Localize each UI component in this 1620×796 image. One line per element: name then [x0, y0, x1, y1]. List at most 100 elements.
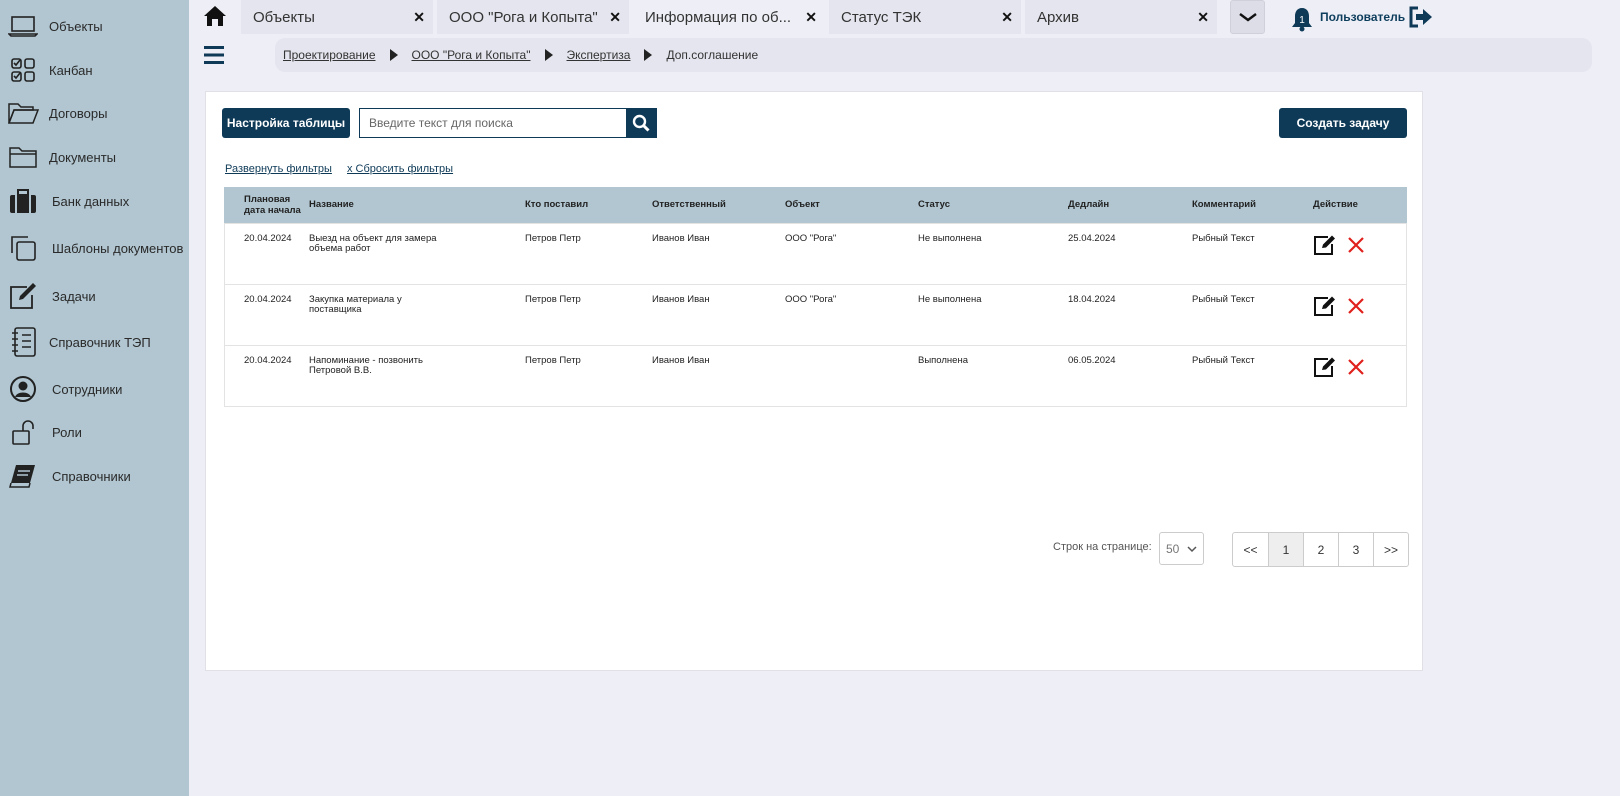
sidebar-item-documents[interactable]: Документы: [0, 137, 189, 177]
logout-icon[interactable]: [1408, 5, 1434, 29]
cell-author: Петров Петр: [519, 344, 646, 407]
tabs-dropdown-button[interactable]: [1230, 0, 1265, 34]
edit-icon[interactable]: [1313, 356, 1337, 381]
sidebar-item-roles[interactable]: Роли: [0, 412, 189, 452]
cell-status: Выполнена: [912, 344, 1062, 407]
home-icon[interactable]: [203, 4, 229, 30]
close-icon[interactable]: ✕: [413, 9, 425, 26]
briefcase-icon: [6, 184, 40, 218]
tab-archive[interactable]: Архив ✕: [1025, 0, 1217, 34]
sidebar-item-databank[interactable]: Банк данных: [0, 181, 189, 221]
sidebar-item-employees[interactable]: Сотрудники: [0, 369, 189, 409]
page-button-1[interactable]: 1: [1268, 533, 1303, 566]
table-row[interactable]: 20.04.2024 Напоминание - позвонить Петро…: [224, 344, 1407, 407]
cell-actions: [1307, 222, 1407, 284]
column-header[interactable]: Ответственный: [646, 187, 779, 223]
search-button[interactable]: [626, 109, 656, 137]
folder-icon: [6, 140, 40, 174]
kanban-icon: [6, 53, 40, 87]
tasks-table: Плановая дата начала Название Кто постав…: [224, 187, 1407, 407]
tasks-panel: Настройка таблицы Создать задачу Разверн…: [205, 91, 1423, 671]
cell-start-date: 20.04.2024: [224, 344, 303, 407]
first-page-button[interactable]: <<: [1233, 533, 1268, 566]
tab-roga-kopyta[interactable]: ООО "Рога и Копыта" ✕: [437, 0, 629, 34]
search-icon: [632, 114, 650, 132]
breadcrumb-item[interactable]: Проектирование: [283, 48, 376, 62]
user-label[interactable]: Пользователь: [1320, 10, 1405, 24]
cell-status: Не выполнена: [912, 222, 1062, 284]
column-header[interactable]: Плановая дата начала: [224, 187, 303, 223]
rows-per-page-select[interactable]: 50: [1159, 532, 1204, 565]
sidebar-item-contracts[interactable]: Договоры: [0, 93, 189, 133]
table-row[interactable]: 20.04.2024 Закупка материала у поставщик…: [224, 283, 1407, 345]
cell-author: Петров Петр: [519, 283, 646, 345]
delete-icon[interactable]: [1347, 358, 1365, 379]
expand-filters-link[interactable]: Развернуть фильтры: [225, 163, 332, 175]
sidebar-item-tep[interactable]: Справочник ТЭП: [0, 322, 189, 362]
sidebar-item-tasks[interactable]: Задачи: [0, 276, 189, 316]
edit-icon[interactable]: [1313, 295, 1337, 320]
cell-start-date: 20.04.2024: [224, 222, 303, 284]
sidebar-item-label: Объекты: [49, 18, 103, 34]
table-row[interactable]: 20.04.2024 Выезд на объект для замера об…: [224, 222, 1407, 284]
search-box: [359, 108, 657, 138]
close-icon[interactable]: ✕: [1001, 9, 1013, 26]
delete-icon[interactable]: [1347, 297, 1365, 318]
sidebar-item-label: Канбан: [49, 62, 93, 78]
sidebar-item-kanban[interactable]: Канбан: [0, 50, 189, 90]
tab-label: Архив: [1037, 8, 1080, 26]
sidebar-item-label: Справочник ТЭП: [49, 334, 151, 350]
delete-icon[interactable]: [1347, 236, 1365, 257]
tab-label: Объекты: [253, 8, 315, 26]
breadcrumb-separator-icon: [389, 49, 398, 61]
column-header[interactable]: Комментарий: [1186, 187, 1307, 223]
edit-icon[interactable]: [1313, 234, 1337, 259]
cell-deadline: 18.04.2024: [1062, 283, 1186, 345]
cell-comment: Рыбный Текст: [1186, 222, 1307, 284]
column-header[interactable]: Название: [303, 187, 519, 223]
cell-object: [779, 344, 912, 407]
chevron-down-icon: [1238, 13, 1257, 22]
cell-comment: Рыбный Текст: [1186, 283, 1307, 345]
cell-deadline: 06.05.2024: [1062, 344, 1186, 407]
hamburger-menu-icon[interactable]: [204, 44, 224, 66]
tab-bar: Объекты ✕ ООО "Рога и Копыта" ✕ Информац…: [189, 0, 1620, 36]
column-header[interactable]: Объект: [779, 187, 912, 223]
close-icon[interactable]: ✕: [805, 9, 817, 26]
create-task-button[interactable]: Создать задачу: [1279, 108, 1407, 138]
sidebar-item-label: Роли: [52, 424, 82, 440]
tab-tek-status[interactable]: Статус ТЭК ✕: [829, 0, 1021, 34]
column-header[interactable]: Кто поставил: [519, 187, 646, 223]
notification-count: 1: [1299, 15, 1305, 26]
sidebar-item-references[interactable]: Справочники: [0, 456, 189, 496]
sidebar-item-templates[interactable]: Шаблоны документов: [0, 228, 189, 268]
cell-deadline: 25.04.2024: [1062, 222, 1186, 284]
column-header[interactable]: Дедлайн: [1062, 187, 1186, 223]
page-button-3[interactable]: 3: [1338, 533, 1373, 566]
breadcrumb-separator-icon: [544, 49, 553, 61]
table-settings-button[interactable]: Настройка таблицы: [222, 108, 350, 138]
close-icon[interactable]: ✕: [609, 9, 621, 26]
folder-open-icon: [6, 96, 40, 130]
breadcrumb: Проектирование ООО "Рога и Копыта" Экспе…: [275, 38, 1592, 72]
reset-filters-link[interactable]: x Сбросить фильтры: [347, 163, 453, 175]
breadcrumb-item[interactable]: ООО "Рога и Копыта": [412, 48, 531, 62]
bell-icon[interactable]: 1: [1291, 6, 1313, 32]
tab-objects[interactable]: Объекты ✕: [241, 0, 433, 34]
search-input[interactable]: [360, 109, 626, 137]
close-icon[interactable]: ✕: [1197, 9, 1209, 26]
last-page-button[interactable]: >>: [1373, 533, 1408, 566]
page-button-2[interactable]: 2: [1303, 533, 1338, 566]
cell-responsible: Иванов Иван: [646, 283, 779, 345]
cell-title: Выезд на объект для замера объема работ: [303, 222, 519, 284]
sidebar-item-objects[interactable]: Объекты: [0, 6, 189, 46]
cell-comment: Рыбный Текст: [1186, 344, 1307, 407]
breadcrumb-item[interactable]: Экспертиза: [567, 48, 631, 62]
chevron-down-icon: [1187, 545, 1197, 552]
column-header[interactable]: Статус: [912, 187, 1062, 223]
breadcrumb-separator-icon: [644, 49, 653, 61]
tab-object-info[interactable]: Информация по об... ✕: [633, 0, 825, 34]
cell-actions: [1307, 344, 1407, 407]
cell-actions: [1307, 283, 1407, 345]
cell-responsible: Иванов Иван: [646, 344, 779, 407]
